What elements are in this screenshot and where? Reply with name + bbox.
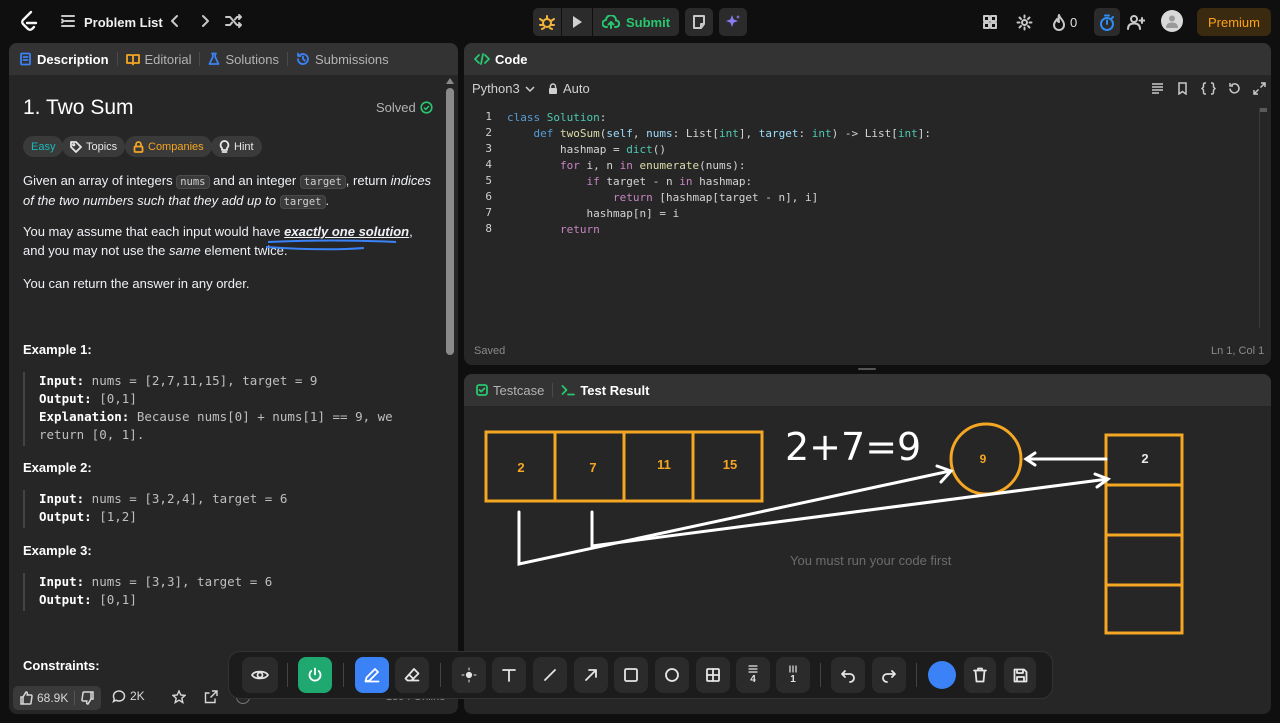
- stack-value: 2: [1141, 451, 1148, 466]
- array-value: 15: [723, 457, 737, 472]
- undo-button[interactable]: [831, 657, 865, 693]
- eye-icon: [251, 670, 269, 680]
- redo-button[interactable]: [872, 657, 906, 693]
- save-drawing-button[interactable]: [1004, 657, 1036, 693]
- undo-icon: [841, 670, 855, 683]
- array-drawing: [484, 430, 764, 503]
- arrow-tool-button[interactable]: [574, 657, 608, 693]
- rows-count: 4: [750, 674, 756, 685]
- toolbar-divider: [916, 663, 917, 687]
- power-icon: [308, 667, 322, 682]
- circle-value: 9: [980, 452, 987, 466]
- floppy-save-icon: [1013, 668, 1027, 682]
- drawing-canvas[interactable]: 2 7 11 15 2+7=9 9 2: [0, 0, 1280, 723]
- array-value: 7: [589, 460, 596, 475]
- rows-stepper[interactable]: 4: [736, 657, 770, 693]
- table-grid-icon: [706, 668, 720, 682]
- line-icon: [544, 669, 556, 681]
- pen-icon: [364, 668, 380, 683]
- arrow-icon: [585, 669, 597, 681]
- visibility-eye-button[interactable]: [242, 657, 278, 693]
- trash-icon: [973, 667, 987, 683]
- columns-icon: [789, 665, 797, 673]
- arrow-line: [590, 477, 1110, 548]
- stack-cell: [1104, 483, 1184, 537]
- array-value: 11: [657, 457, 671, 472]
- color-picker-button[interactable]: [928, 661, 956, 689]
- toolbar-divider: [343, 663, 344, 687]
- dot-icon: [461, 667, 477, 683]
- arrow-line: [517, 469, 952, 566]
- array-value: 2: [517, 460, 524, 475]
- circle-icon: [665, 668, 679, 682]
- toolbar-divider: [820, 663, 821, 687]
- power-toggle-button[interactable]: [298, 657, 332, 693]
- point-tool-button[interactable]: [452, 657, 486, 693]
- columns-stepper[interactable]: 1: [776, 657, 810, 693]
- columns-count: 1: [790, 674, 796, 685]
- line-tool-button[interactable]: [533, 657, 567, 693]
- toolbar-divider: [287, 663, 288, 687]
- rectangle-tool-button[interactable]: [614, 657, 648, 693]
- pen-tool-button[interactable]: [355, 657, 389, 693]
- toolbar-divider: [440, 663, 441, 687]
- equation-annotation: 2+7=9: [785, 425, 921, 469]
- stack-cell: [1104, 583, 1184, 635]
- rows-icon: [748, 665, 758, 673]
- circle-tool-button[interactable]: [655, 657, 689, 693]
- grid-tool-button[interactable]: [696, 657, 730, 693]
- redo-icon: [882, 670, 896, 683]
- text-tool-button[interactable]: [492, 657, 526, 693]
- delete-button[interactable]: [964, 657, 996, 693]
- text-icon: [502, 669, 516, 682]
- eraser-tool-button[interactable]: [395, 657, 429, 693]
- stack-cell: [1104, 533, 1184, 587]
- eraser-icon: [404, 668, 420, 682]
- rectangle-icon: [624, 668, 638, 682]
